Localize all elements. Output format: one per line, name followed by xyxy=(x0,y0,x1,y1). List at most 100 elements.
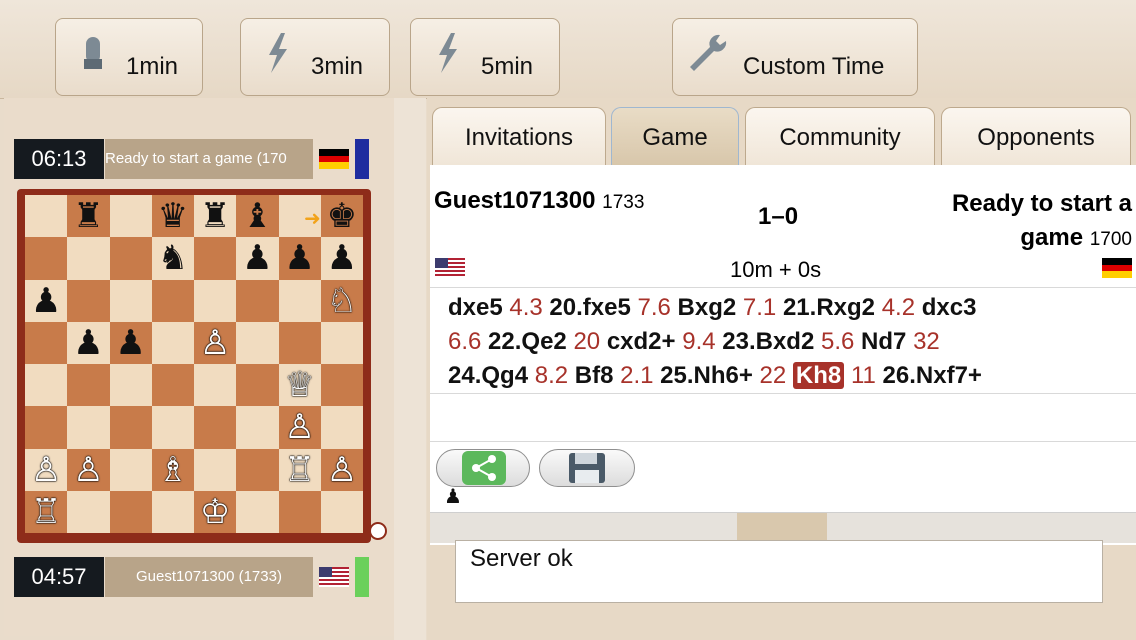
board-square[interactable] xyxy=(278,490,321,533)
board-square[interactable] xyxy=(25,364,68,407)
board-square[interactable] xyxy=(236,490,279,533)
board-square[interactable] xyxy=(194,237,237,280)
board-square[interactable] xyxy=(67,490,110,533)
move-notation[interactable]: 24.Qg4 xyxy=(448,362,528,389)
board-square[interactable] xyxy=(151,406,194,449)
black-pawn-icon[interactable]: ♟ xyxy=(279,237,321,279)
board-square[interactable] xyxy=(25,321,68,364)
white-rook-icon[interactable]: ♖ xyxy=(25,491,67,533)
white-pawn-icon[interactable]: ♙ xyxy=(321,449,363,491)
white-pawn-icon[interactable]: ♙ xyxy=(25,449,67,491)
lightning-icon xyxy=(269,33,287,73)
board-square[interactable] xyxy=(151,279,194,322)
board-square[interactable] xyxy=(109,448,152,491)
black-bishop-icon[interactable]: ♝ xyxy=(236,195,278,237)
black-queen-icon[interactable]: ♛ xyxy=(152,195,194,237)
black-pawn-icon[interactable]: ♟ xyxy=(67,322,109,364)
board-square[interactable] xyxy=(320,490,363,533)
board-square[interactable] xyxy=(194,279,237,322)
white-bishop-icon[interactable]: ♗ xyxy=(152,449,194,491)
black-pawn-icon[interactable]: ♟ xyxy=(321,237,363,279)
five-minute-button[interactable]: 5min xyxy=(410,18,560,96)
move-notation[interactable]: 23.Bxd2 xyxy=(722,328,814,355)
move-notation[interactable]: Bxg2 xyxy=(678,294,737,321)
board-square[interactable] xyxy=(320,406,363,449)
white-knight-icon[interactable]: ♘ xyxy=(321,280,363,322)
three-minute-button[interactable]: 3min xyxy=(240,18,390,96)
board-corner-handle[interactable] xyxy=(369,522,387,540)
tab-game[interactable]: Game xyxy=(611,107,739,165)
board-square[interactable] xyxy=(109,406,152,449)
germany-flag-icon xyxy=(319,149,349,169)
current-move[interactable]: Kh8 xyxy=(792,362,845,389)
move-notation[interactable]: 25.Nh6+ xyxy=(660,362,753,389)
one-minute-button[interactable]: 1min xyxy=(55,18,203,96)
move-notation[interactable]: cxd2+ xyxy=(607,328,676,355)
board-square[interactable] xyxy=(25,406,68,449)
splitter-handle[interactable] xyxy=(737,513,827,543)
move-notation[interactable]: Bf8 xyxy=(575,362,614,389)
board-square[interactable] xyxy=(67,279,110,322)
board-square[interactable] xyxy=(236,279,279,322)
white-king-icon[interactable]: ♔ xyxy=(194,491,236,533)
board-square[interactable] xyxy=(25,237,68,280)
board-square[interactable] xyxy=(278,321,321,364)
board-square[interactable] xyxy=(194,406,237,449)
board-square[interactable] xyxy=(25,195,68,238)
tab-invitations[interactable]: Invitations xyxy=(432,107,606,165)
board-square[interactable] xyxy=(151,364,194,407)
board-square[interactable] xyxy=(236,448,279,491)
move-notation[interactable]: dxe5 xyxy=(448,294,503,321)
move-notation[interactable]: 22.Qe2 xyxy=(488,328,567,355)
white-pawn-icon[interactable]: ♙ xyxy=(279,406,321,448)
white-queen-icon[interactable]: ♕ xyxy=(279,364,321,406)
move-notation[interactable]: 21.Rxg2 xyxy=(783,294,875,321)
board-square[interactable] xyxy=(278,279,321,322)
black-pawn-icon[interactable]: ♟ xyxy=(110,322,152,364)
black-pawn-icon[interactable]: ♟ xyxy=(25,280,67,322)
custom-time-button[interactable]: Custom Time xyxy=(672,18,918,96)
move-time: 22 xyxy=(759,362,787,389)
move-notation[interactable]: Nd7 xyxy=(861,328,906,355)
board-square[interactable] xyxy=(67,237,110,280)
black-rook-icon[interactable]: ♜ xyxy=(194,195,236,237)
splitter-bar[interactable] xyxy=(430,512,1136,543)
white-rook-icon[interactable]: ♖ xyxy=(279,449,321,491)
board-square[interactable] xyxy=(109,364,152,407)
black-rook-icon[interactable]: ♜ xyxy=(67,195,109,237)
white-pawn-icon[interactable]: ♙ xyxy=(67,449,109,491)
move-notation[interactable]: dxc3 xyxy=(922,294,977,321)
tab-opponents[interactable]: Opponents xyxy=(941,107,1131,165)
share-button[interactable] xyxy=(436,449,530,487)
board-square[interactable] xyxy=(67,406,110,449)
panel-divider[interactable] xyxy=(394,98,426,640)
board-square[interactable] xyxy=(67,364,110,407)
move-time: 6.6 xyxy=(448,328,482,355)
board-square[interactable] xyxy=(109,279,152,322)
board-square[interactable] xyxy=(320,364,363,407)
move-notation[interactable]: 20.fxe5 xyxy=(549,294,630,321)
board-square[interactable] xyxy=(194,448,237,491)
board-square[interactable] xyxy=(151,321,194,364)
tab-community[interactable]: Community xyxy=(745,107,935,165)
three-minute-label: 3min xyxy=(311,53,364,80)
save-button[interactable] xyxy=(539,449,635,487)
move-notation[interactable]: 26.Nxf7+ xyxy=(883,362,982,389)
board-square[interactable] xyxy=(109,195,152,238)
black-pawn-icon[interactable]: ♟ xyxy=(236,237,278,279)
board-square[interactable] xyxy=(320,321,363,364)
board-square[interactable] xyxy=(236,406,279,449)
black-knight-icon[interactable]: ♞ xyxy=(152,237,194,279)
board-square[interactable] xyxy=(109,237,152,280)
floppy-disk-icon xyxy=(569,453,605,483)
board-square[interactable] xyxy=(194,364,237,407)
board-square[interactable] xyxy=(236,321,279,364)
top-player-turn-indicator xyxy=(355,139,369,179)
chess-board[interactable]: ♜ ♛ ♜ ♝ ♚ ♞ ♟ ♟ ♟ ♟ ♘ ♟ ♟ ♙ ♕ ♙ ♙ ♙ ♗ ♖ ♙ ♖ ♔ xyxy=(25,195,363,533)
board-square[interactable] xyxy=(236,364,279,407)
black-king-icon[interactable]: ♚ xyxy=(321,195,363,237)
move-list[interactable]: dxe5 4.3 20.fxe5 7.6 Bxg2 7.1 21.Rxg2 4.… xyxy=(448,291,1134,393)
board-square[interactable] xyxy=(151,490,194,533)
white-pawn-icon[interactable]: ♙ xyxy=(194,322,236,364)
board-square[interactable] xyxy=(109,490,152,533)
